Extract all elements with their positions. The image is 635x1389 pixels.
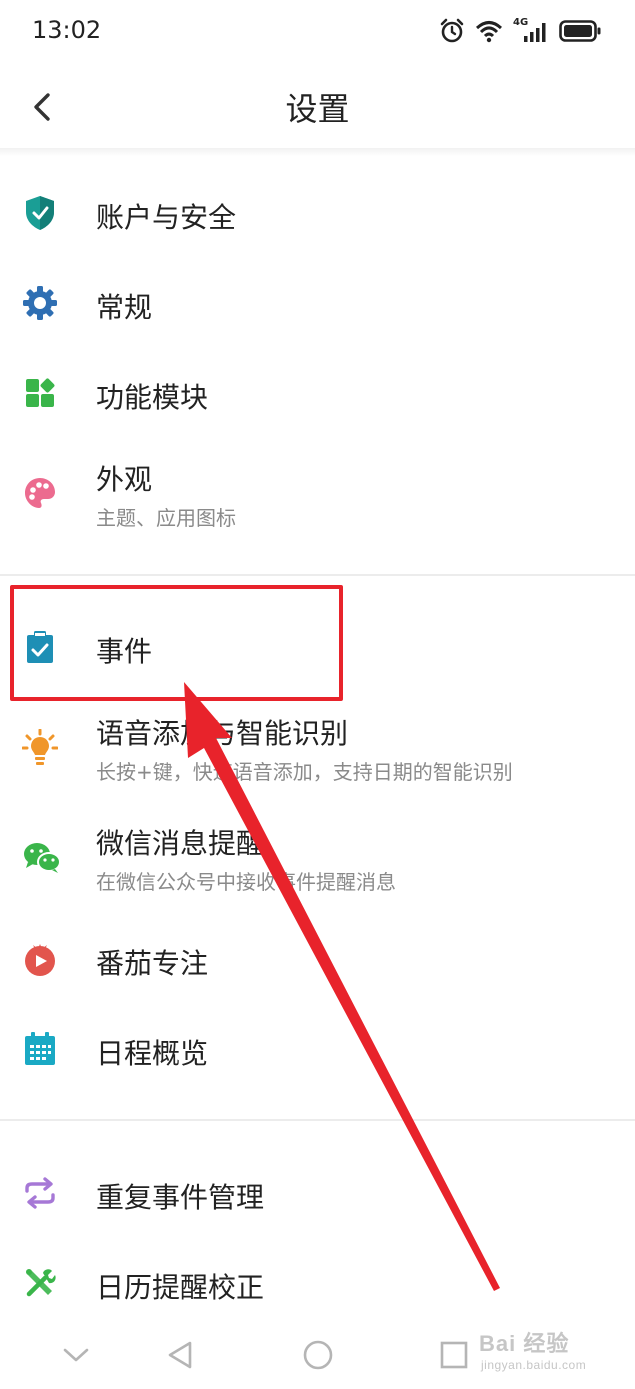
settings-item-label: 常规 (96, 291, 153, 324)
settings-item-label: 外观 (96, 463, 153, 496)
section-divider (0, 1119, 635, 1121)
app-bar-shadow (0, 148, 635, 156)
calendar-icon (22, 1031, 58, 1067)
nav-home-button[interactable] (292, 1333, 344, 1377)
settings-item-subtitle: 在微信公众号中接收事件提醒消息 (96, 870, 396, 894)
watermark-url: jingyan.baidu.com (481, 1358, 587, 1372)
settings-item-subtitle: 长按+键，快速语音添加，支持日期的智能识别 (96, 760, 513, 784)
settings-item-appearance[interactable]: 外观 主题、应用图标 (0, 438, 635, 550)
tomato-icon (22, 941, 58, 977)
settings-item-pomodoro[interactable]: 番茄专注 (0, 914, 635, 1004)
shield-icon (22, 195, 58, 231)
watermark: Bai 经验 jingyan.baidu.com (479, 1320, 599, 1382)
watermark-brand: Bai 经验 (479, 1331, 570, 1356)
alarm-icon (439, 18, 465, 44)
settings-item-label: 语音添加与智能识别 (96, 717, 349, 750)
triangle-back-icon (168, 1341, 192, 1369)
settings-item-general[interactable]: 常规 (0, 258, 635, 348)
chevron-down-icon (63, 1348, 89, 1362)
cellular-signal-icon: 4G (513, 17, 549, 45)
settings-item-label: 日程概览 (96, 1037, 209, 1070)
square-recents-icon (440, 1341, 468, 1369)
app-bar: 设置 (0, 62, 635, 152)
settings-item-calendar-calibration[interactable]: 日历提醒校正 (0, 1238, 635, 1328)
settings-item-schedule-overview[interactable]: 日程概览 (0, 1004, 635, 1094)
section-divider (0, 574, 635, 576)
nav-hide-button[interactable] (50, 1333, 102, 1377)
status-time: 13:02 (32, 16, 102, 44)
settings-item-label: 功能模块 (96, 381, 209, 414)
nav-back-button[interactable] (154, 1333, 206, 1377)
settings-item-label: 账户与安全 (96, 201, 237, 234)
nav-recents-button[interactable] (428, 1333, 480, 1377)
palette-icon (22, 475, 58, 511)
settings-item-label: 日历提醒校正 (96, 1271, 265, 1304)
modules-icon (22, 375, 58, 411)
lightbulb-icon (22, 729, 58, 766)
settings-item-recurring-events[interactable]: 重复事件管理 (0, 1148, 635, 1238)
settings-item-voice-add[interactable]: 语音添加与智能识别 长按+键，快速语音添加，支持日期的智能识别 (0, 692, 635, 802)
wechat-icon (22, 840, 62, 876)
settings-item-subtitle: 主题、应用图标 (96, 506, 236, 530)
status-bar: 13:02 4G (0, 0, 635, 62)
settings-item-feature-modules[interactable]: 功能模块 (0, 348, 635, 438)
settings-item-label: 重复事件管理 (96, 1181, 265, 1214)
settings-item-label: 微信消息提醒 (96, 827, 265, 860)
repeat-icon (22, 1175, 58, 1211)
wifi-icon (475, 19, 503, 43)
tools-icon (22, 1265, 58, 1301)
gear-icon (22, 285, 58, 321)
settings-item-account-security[interactable]: 账户与安全 (0, 168, 635, 258)
page-title: 设置 (285, 90, 350, 128)
battery-icon (559, 19, 601, 43)
settings-item-label: 番茄专注 (96, 947, 209, 980)
highlight-box (10, 585, 343, 701)
settings-item-wechat-reminder[interactable]: 微信消息提醒 在微信公众号中接收事件提醒消息 (0, 802, 635, 914)
status-icons: 4G (439, 14, 601, 48)
circle-home-icon (303, 1340, 333, 1370)
